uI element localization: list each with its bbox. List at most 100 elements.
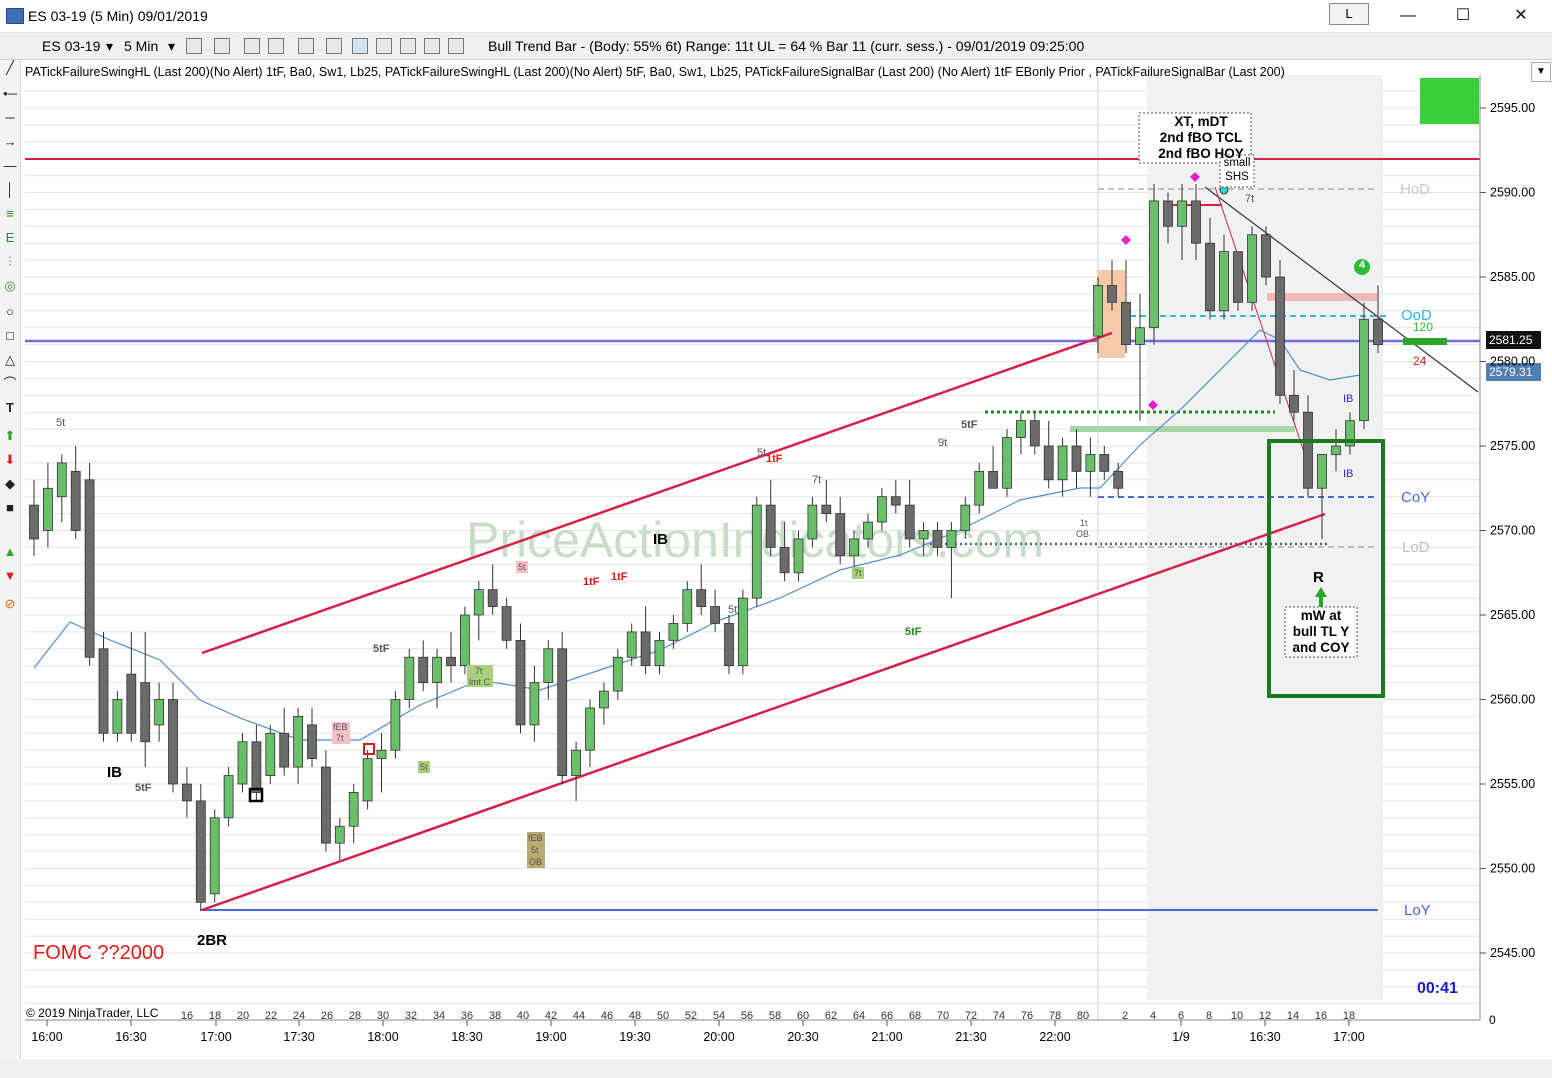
candle-body[interactable] bbox=[571, 749, 581, 776]
candle-body[interactable] bbox=[890, 496, 901, 506]
candle-body[interactable] bbox=[1113, 470, 1124, 489]
candle-body[interactable] bbox=[849, 538, 859, 557]
candle-body[interactable] bbox=[543, 648, 554, 683]
candle-body[interactable] bbox=[654, 639, 665, 667]
candle-body[interactable] bbox=[1071, 445, 1082, 472]
candle-body[interactable] bbox=[265, 732, 276, 776]
candle-body[interactable] bbox=[988, 470, 998, 489]
candle-body[interactable] bbox=[307, 724, 317, 760]
collapse-icon[interactable]: ▼ bbox=[1531, 62, 1551, 82]
candle-body[interactable] bbox=[209, 817, 220, 895]
candle-body[interactable] bbox=[487, 589, 498, 607]
candle-body[interactable] bbox=[279, 732, 290, 768]
candle-body[interactable] bbox=[390, 699, 401, 751]
candle-body[interactable] bbox=[1191, 200, 1201, 244]
candle-body[interactable] bbox=[640, 631, 651, 667]
candle-body[interactable] bbox=[1317, 454, 1327, 489]
candle-body[interactable] bbox=[181, 783, 192, 802]
candle-body[interactable] bbox=[724, 623, 734, 667]
candle-body[interactable] bbox=[779, 547, 790, 574]
candle-body[interactable] bbox=[1205, 242, 1215, 312]
candle-body[interactable] bbox=[1373, 318, 1383, 346]
candle-body[interactable] bbox=[1149, 200, 1159, 329]
candle-body[interactable] bbox=[223, 775, 234, 819]
candle-body[interactable] bbox=[70, 470, 81, 531]
horizontal-scrollbar[interactable] bbox=[0, 1059, 1552, 1078]
candle-body[interactable] bbox=[1359, 318, 1369, 422]
candle-body[interactable] bbox=[863, 521, 873, 540]
candle-body[interactable] bbox=[877, 496, 887, 523]
candle-body[interactable] bbox=[765, 504, 776, 548]
candle-body[interactable] bbox=[557, 648, 568, 776]
candle-body[interactable] bbox=[98, 648, 109, 734]
candle-body[interactable] bbox=[1331, 445, 1341, 455]
candle-body[interactable] bbox=[1247, 234, 1257, 303]
candle-body[interactable] bbox=[1163, 200, 1173, 227]
candle-body[interactable] bbox=[710, 606, 720, 624]
candle-body[interactable] bbox=[974, 470, 985, 506]
candle-body[interactable] bbox=[1219, 251, 1229, 312]
candle-body[interactable] bbox=[126, 673, 137, 734]
candle-body[interactable] bbox=[1303, 411, 1313, 489]
candle-body[interactable] bbox=[585, 707, 595, 751]
candle-body[interactable] bbox=[682, 589, 693, 624]
candle-body[interactable] bbox=[738, 597, 748, 667]
candle-body[interactable] bbox=[599, 690, 609, 709]
candle-body[interactable] bbox=[668, 623, 679, 641]
price-chart[interactable]: PriceActionIndicators.com 2595.002590 bbox=[0, 0, 1552, 1078]
candle-body[interactable] bbox=[1233, 251, 1243, 303]
candle-body[interactable] bbox=[29, 504, 39, 540]
candle-body[interactable] bbox=[376, 749, 387, 760]
candle-body[interactable] bbox=[1057, 445, 1068, 481]
candle-body[interactable] bbox=[404, 656, 415, 700]
candle-body[interactable] bbox=[1289, 394, 1299, 413]
candle-body[interactable] bbox=[473, 589, 484, 616]
candle-body[interactable] bbox=[946, 530, 957, 548]
candle-body[interactable] bbox=[835, 513, 846, 557]
candle-body[interactable] bbox=[626, 631, 637, 658]
candle-body[interactable] bbox=[459, 614, 470, 667]
candle-body[interactable] bbox=[43, 487, 53, 531]
candle-body[interactable] bbox=[293, 716, 304, 768]
candle-body[interactable] bbox=[154, 699, 165, 726]
candle-body[interactable] bbox=[960, 504, 971, 531]
candle-body[interactable] bbox=[1002, 437, 1012, 489]
candle-body[interactable] bbox=[821, 504, 832, 514]
candle-body[interactable] bbox=[932, 530, 943, 548]
candle-body[interactable] bbox=[1107, 285, 1117, 303]
candle-body[interactable] bbox=[432, 656, 443, 684]
candle-body[interactable] bbox=[612, 656, 623, 692]
candle-body[interactable] bbox=[1016, 420, 1026, 438]
candle-body[interactable] bbox=[140, 682, 151, 743]
candle-body[interactable] bbox=[1043, 445, 1054, 481]
candle-body[interactable] bbox=[1099, 454, 1110, 472]
candle-body[interactable] bbox=[501, 606, 512, 641]
candle-body[interactable] bbox=[195, 800, 206, 903]
candle-body[interactable] bbox=[112, 699, 123, 734]
candle-body[interactable] bbox=[1275, 276, 1285, 396]
candle-body[interactable] bbox=[348, 792, 359, 827]
candle-body[interactable] bbox=[362, 758, 373, 802]
candle-body[interactable] bbox=[237, 741, 248, 785]
candle-body[interactable] bbox=[418, 656, 429, 684]
candle-body[interactable] bbox=[807, 504, 818, 540]
candle-body[interactable] bbox=[696, 589, 707, 607]
candle-body[interactable] bbox=[751, 504, 762, 599]
candle-body[interactable] bbox=[168, 699, 178, 785]
candle-body[interactable] bbox=[446, 656, 456, 667]
candle-body[interactable] bbox=[918, 530, 929, 540]
candle-body[interactable] bbox=[1085, 454, 1096, 472]
candle-body[interactable] bbox=[1177, 200, 1187, 227]
candle-body[interactable] bbox=[84, 479, 95, 658]
candle-body[interactable] bbox=[904, 504, 915, 540]
candle-body[interactable] bbox=[251, 741, 262, 793]
candle-body[interactable] bbox=[1093, 285, 1103, 337]
candle-body[interactable] bbox=[56, 462, 67, 498]
candle-body[interactable] bbox=[334, 825, 345, 844]
candle-body[interactable] bbox=[320, 766, 331, 844]
candle-body[interactable] bbox=[793, 538, 804, 574]
candle-body[interactable] bbox=[1261, 234, 1271, 278]
candle-body[interactable] bbox=[1135, 327, 1145, 346]
candle-body[interactable] bbox=[529, 682, 540, 726]
candle-body[interactable] bbox=[1121, 301, 1131, 346]
